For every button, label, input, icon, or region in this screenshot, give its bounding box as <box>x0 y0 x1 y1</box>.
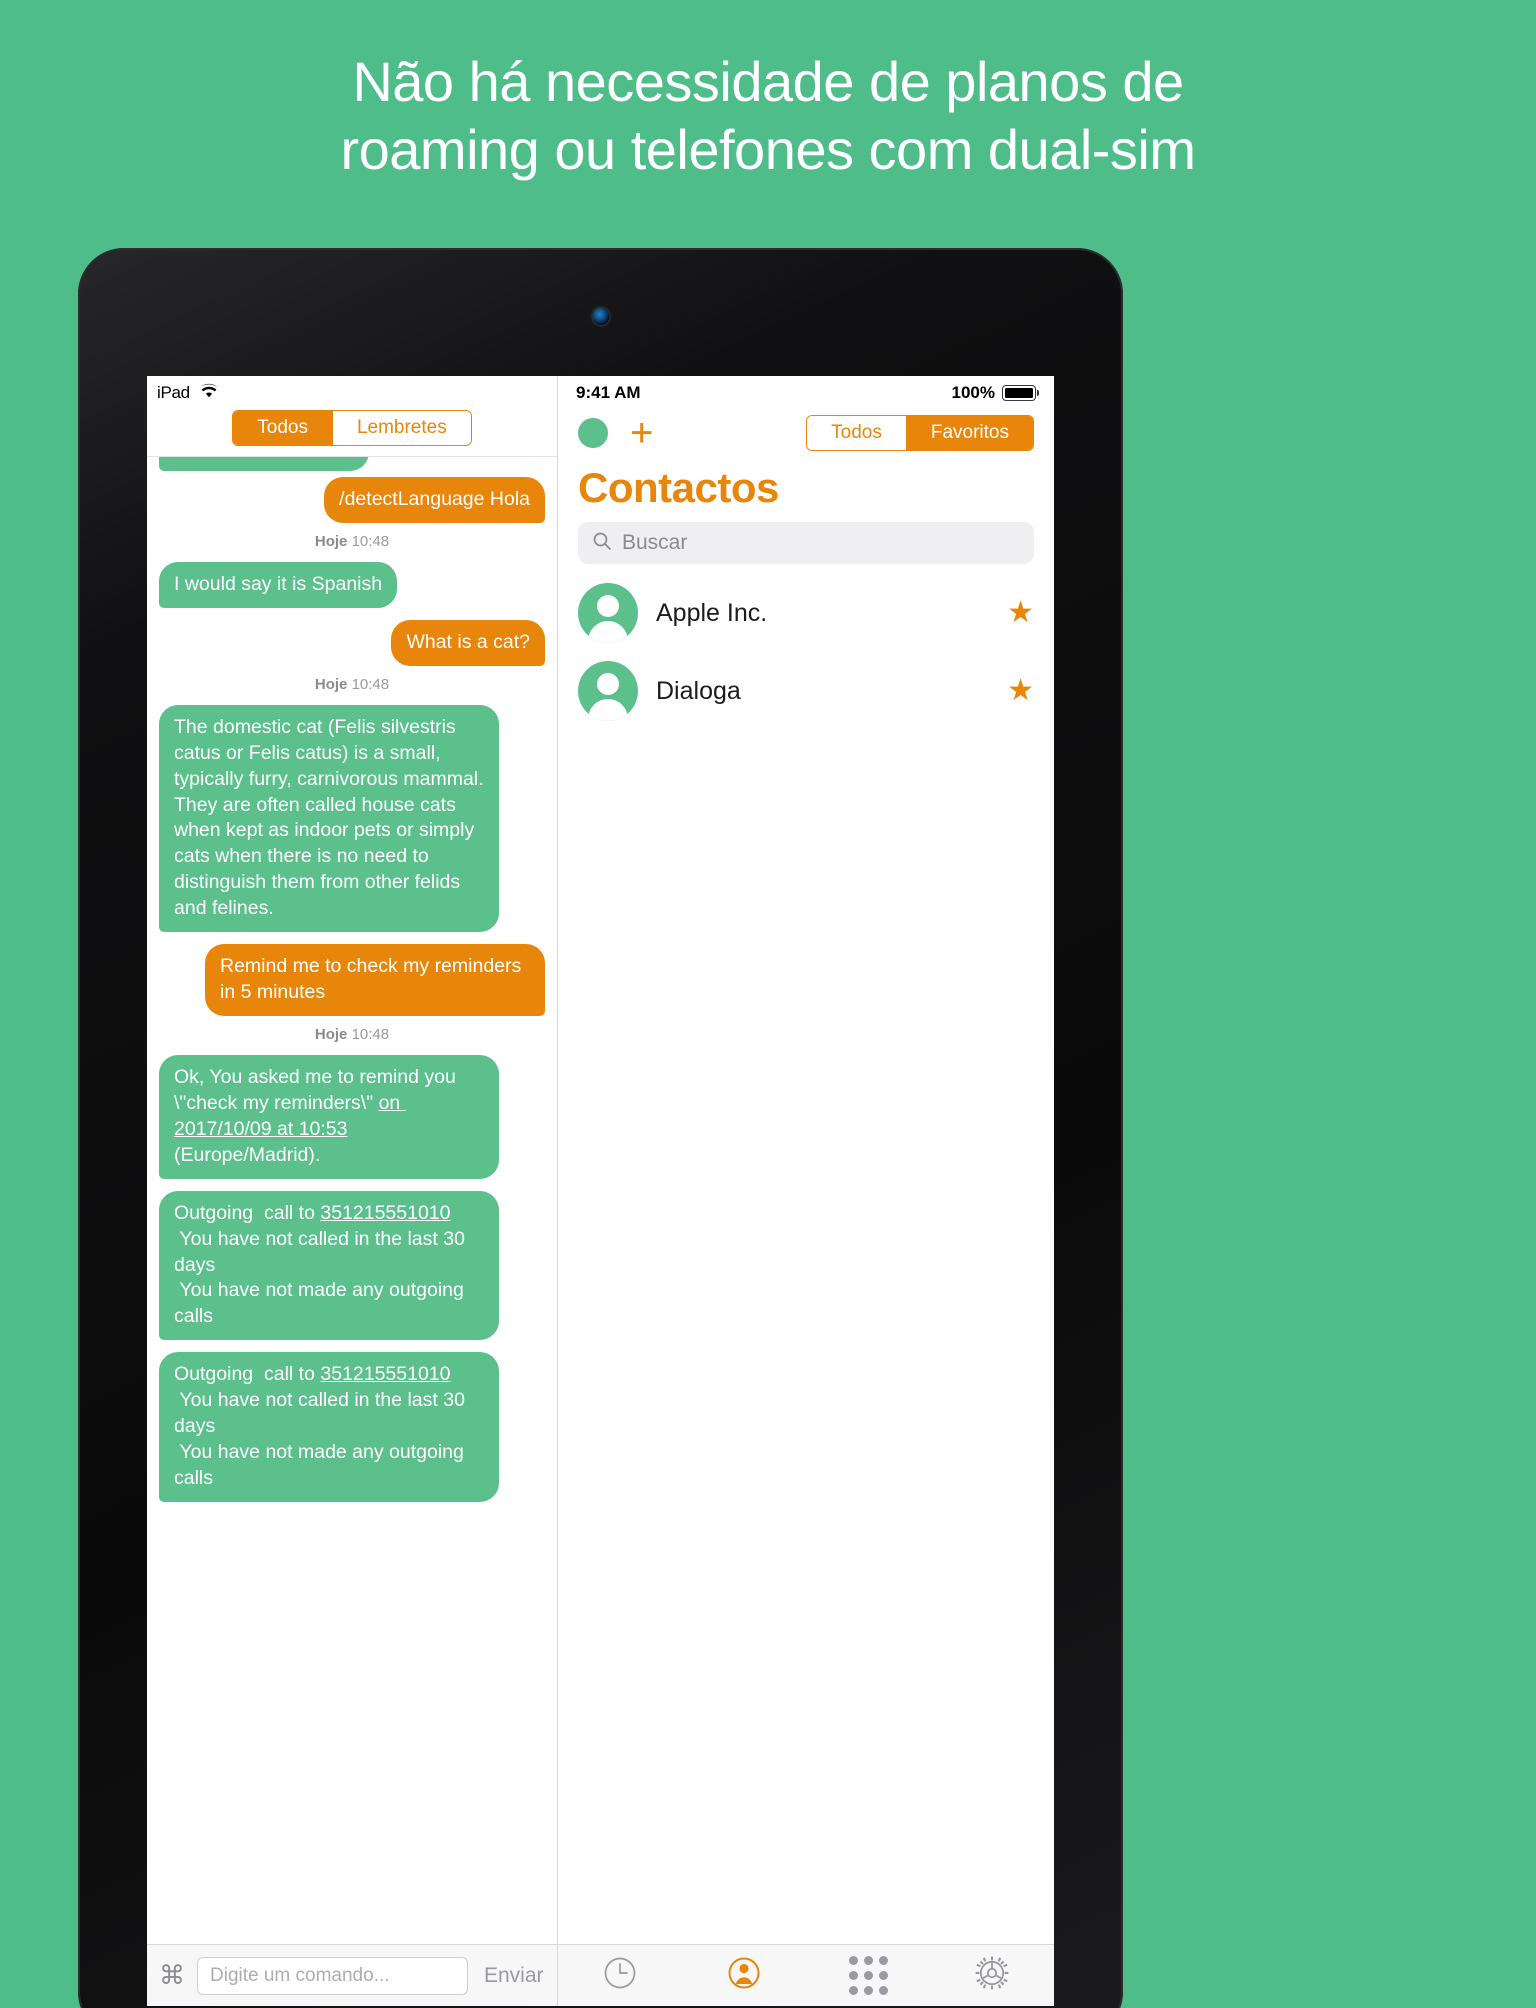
command-input[interactable] <box>197 1956 468 1995</box>
avatar <box>578 661 638 721</box>
battery-indicator: 100% <box>951 383 1039 403</box>
reminder-pre-text: Ok, You asked me to remind you \"check m… <box>174 1065 462 1114</box>
promo-line-2: roaming ou telefones com dual-sim <box>340 118 1196 182</box>
chat-segmented-control[interactable]: Todos Lembretes <box>232 410 472 446</box>
message-timestamp: Hoje 10:48 <box>147 533 557 550</box>
message-row <box>147 457 557 471</box>
message-row: Ok, You asked me to remind you \"check m… <box>147 1054 557 1179</box>
chat-pane: iPad Todos Lembretes /detectLanguage Hol… <box>147 376 558 2006</box>
message-row: Remind me to check my reminders in 5 min… <box>147 944 557 1016</box>
page-title: Contactos <box>578 464 779 511</box>
chat-composer: ⌘ Enviar <box>147 1944 557 2006</box>
favorite-star-icon[interactable]: ★ <box>1007 676 1034 706</box>
avatar <box>578 583 638 643</box>
message-row: Outgoing call to 351215551010 You have n… <box>147 1190 557 1341</box>
front-camera-icon <box>592 308 609 325</box>
contact-row[interactable]: Apple Inc. ★ <box>558 574 1054 652</box>
battery-percent-label: 100% <box>951 383 995 402</box>
command-key-icon[interactable]: ⌘ <box>159 1960 185 1991</box>
chat-bubble-outgoing[interactable]: /detectLanguage Hola <box>324 477 545 523</box>
left-status-bar: iPad <box>147 376 557 406</box>
timestamp-day: Hoje <box>314 1025 348 1043</box>
timestamp-time: 10:48 <box>351 532 390 550</box>
chat-filter-bar: Todos Lembretes <box>147 406 557 456</box>
contact-name: Apple Inc. <box>656 598 768 627</box>
message-row: /detectLanguage Hola <box>147 477 557 523</box>
timestamp-time: 10:48 <box>351 675 390 693</box>
contacts-list[interactable]: Apple Inc. ★ Dialoga ★ <box>558 574 1054 1944</box>
search-icon <box>592 531 612 556</box>
phone-number-link[interactable]: 351215551010 <box>320 1202 450 1224</box>
chat-bubble-outgoing[interactable]: What is a cat? <box>391 619 545 666</box>
segment-favoritos[interactable]: Favoritos <box>905 416 1033 450</box>
right-status-bar: 9:41 AM 100% <box>558 376 1054 406</box>
clock-icon <box>603 1956 637 1995</box>
status-dot-icon[interactable] <box>578 418 608 448</box>
message-timestamp: Hoje 10:48 <box>147 676 557 693</box>
gear-icon <box>974 1955 1010 1996</box>
device-label: iPad <box>157 383 190 402</box>
segment-lembretes[interactable]: Lembretes <box>331 411 471 445</box>
chat-message-list[interactable]: /detectLanguage Hola Hoje 10:48 I would … <box>147 456 557 1944</box>
message-row: The domestic cat (Felis silvestris catus… <box>147 704 557 933</box>
tab-settings[interactable] <box>930 1955 1054 1996</box>
chat-bubble-incoming[interactable]: I would say it is Spanish <box>159 561 398 608</box>
contacts-toolbar: + Todos Favoritos <box>558 406 1054 460</box>
call-post-text: You have not called in the last 30 days … <box>174 1389 465 1489</box>
contacts-pane: 9:41 AM 100% + Todos Favoritos Contactos <box>558 376 1054 2006</box>
wifi-icon <box>198 383 220 404</box>
message-row: What is a cat? <box>147 619 557 666</box>
chat-bubble-outgoing[interactable]: Remind me to check my reminders in 5 min… <box>205 944 545 1016</box>
message-timestamp: Hoje 10:48 <box>147 1026 557 1043</box>
tab-keypad[interactable] <box>806 1956 930 1995</box>
timestamp-day: Hoje <box>314 532 348 550</box>
search-input[interactable] <box>622 531 1020 555</box>
search-bar <box>558 522 1054 574</box>
call-post-text: You have not called in the last 30 days … <box>174 1227 465 1328</box>
send-button[interactable]: Enviar <box>480 1964 548 1988</box>
add-contact-icon[interactable]: + <box>630 413 653 453</box>
contact-row[interactable]: Dialoga ★ <box>558 652 1054 730</box>
message-row: I would say it is Spanish <box>147 561 557 608</box>
segment-todos[interactable]: Todos <box>233 411 332 445</box>
call-pre-text: Outgoing call to <box>174 1201 321 1224</box>
search-field[interactable] <box>578 522 1034 564</box>
favorite-star-icon[interactable]: ★ <box>1007 598 1034 628</box>
ipad-screen: iPad Todos Lembretes /detectLanguage Hol… <box>147 376 1054 2006</box>
promo-headline: Não há necessidade de planos de roaming … <box>0 48 1536 185</box>
keypad-icon <box>848 1956 888 1995</box>
person-circle-icon <box>727 1956 761 1995</box>
chat-bubble-incoming[interactable]: The domestic cat (Felis silvestris catus… <box>159 704 499 933</box>
battery-icon <box>1002 385 1039 401</box>
timestamp-day: Hoje <box>314 675 348 693</box>
contacts-segmented-control[interactable]: Todos Favoritos <box>806 415 1034 451</box>
chat-bubble-call-log[interactable]: Outgoing call to 351215551010 You have n… <box>159 1352 499 1502</box>
tab-recents[interactable] <box>558 1956 682 1995</box>
chat-bubble-partial[interactable] <box>159 457 369 471</box>
chat-bubble-reminder[interactable]: Ok, You asked me to remind you \"check m… <box>159 1054 499 1179</box>
status-time: 9:41 AM <box>576 383 641 402</box>
timestamp-time: 10:48 <box>351 1025 390 1043</box>
phone-number-link[interactable]: 351215551010 <box>320 1363 450 1385</box>
contact-name: Dialoga <box>656 676 741 705</box>
call-pre-text: Outgoing call to <box>174 1363 321 1386</box>
message-row: Outgoing call to 351215551010 You have n… <box>147 1352 557 1502</box>
segment-todos[interactable]: Todos <box>807 416 906 450</box>
promo-line-1: Não há necessidade de planos de <box>352 50 1184 113</box>
chat-bubble-call-log[interactable]: Outgoing call to 351215551010 You have n… <box>159 1190 499 1341</box>
tab-contacts[interactable] <box>682 1956 806 1995</box>
bottom-tab-bar <box>558 1944 1054 2006</box>
ipad-device-frame: iPad Todos Lembretes /detectLanguage Hol… <box>78 248 1123 2008</box>
